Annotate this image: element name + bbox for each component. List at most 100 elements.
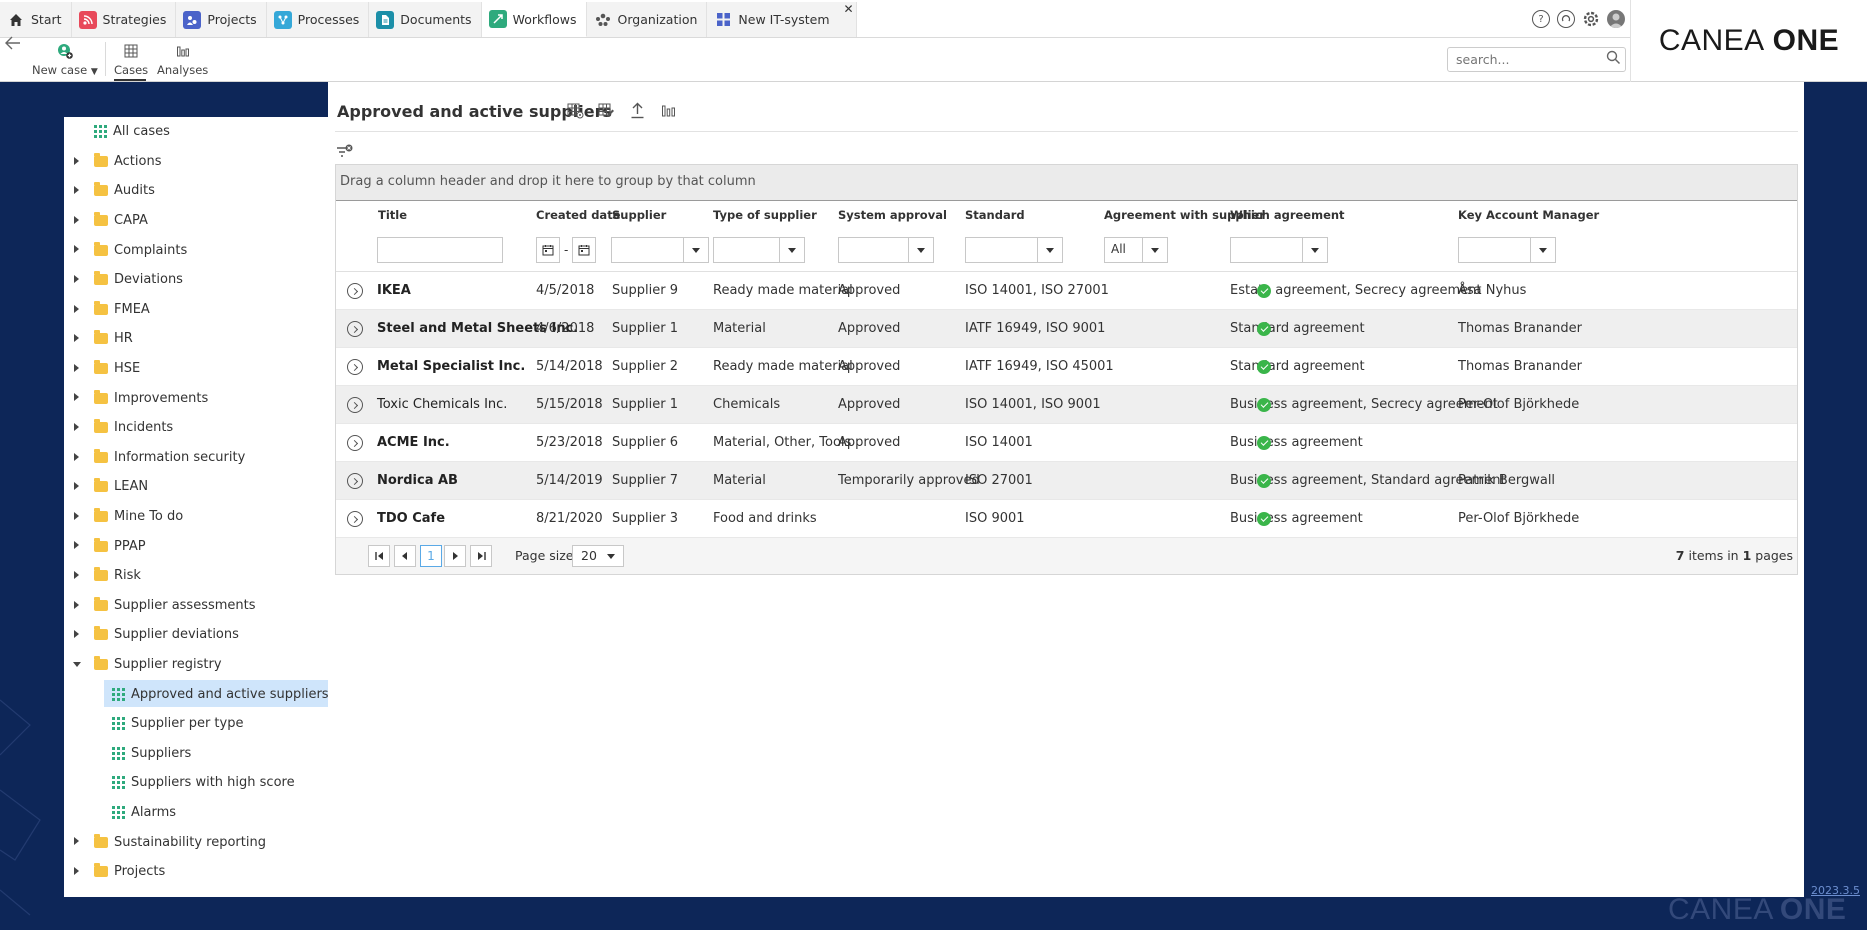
support-icon[interactable] xyxy=(1557,10,1575,28)
user-avatar-icon[interactable] xyxy=(1607,10,1625,28)
caret-right-icon[interactable] xyxy=(74,245,79,254)
cell-title[interactable]: IKEA xyxy=(377,283,411,298)
close-tab-icon[interactable]: ✕ xyxy=(843,2,853,16)
expand-row-icon[interactable] xyxy=(347,283,363,299)
tree-folder-risk[interactable]: Risk xyxy=(64,561,328,591)
tree-item-suppliers-with-high-score[interactable]: Suppliers with high score xyxy=(64,768,328,798)
approval-filter-dropdown[interactable] xyxy=(908,237,934,263)
table-row[interactable]: TDO Cafe 8/21/2020 Supplier 3 Food and drin… xyxy=(336,500,1797,538)
tab-projects[interactable]: Projects xyxy=(176,2,267,37)
tree-item-all-cases[interactable]: All cases xyxy=(64,117,328,147)
kam-filter-dropdown[interactable] xyxy=(1530,237,1556,263)
kam-filter-input[interactable] xyxy=(1458,237,1532,263)
page-1-button[interactable]: 1 xyxy=(420,545,442,567)
caret-right-icon[interactable] xyxy=(74,215,79,224)
tab-workflows[interactable]: Workflows xyxy=(481,2,587,37)
tree-item-suppliers[interactable]: Suppliers xyxy=(64,738,328,768)
caret-right-icon[interactable] xyxy=(74,482,79,491)
from-date-calendar-icon[interactable] xyxy=(536,237,560,263)
type-filter-input[interactable] xyxy=(713,237,781,263)
table-row[interactable]: Nordica AB 5/14/2019 Supplier 7 Material Tem… xyxy=(336,462,1797,500)
agreement-filter-dropdown[interactable] xyxy=(1142,237,1168,263)
table-row[interactable]: Metal Specialist Inc. 5/14/2018 Supplier 2… xyxy=(336,348,1797,386)
expand-row-icon[interactable] xyxy=(347,473,363,489)
settings-icon[interactable] xyxy=(1582,10,1600,28)
tab-documents[interactable]: Documents xyxy=(369,2,482,37)
search-input[interactable] xyxy=(1447,47,1626,72)
caret-right-icon[interactable] xyxy=(74,363,79,372)
caret-right-icon[interactable] xyxy=(74,186,79,195)
column-header-type-of-supplier[interactable]: Type of supplier xyxy=(713,208,817,222)
cell-title[interactable]: Nordica AB xyxy=(377,473,458,488)
tab-new-it-system[interactable]: New IT-system ✕ xyxy=(707,2,857,37)
cases-button[interactable]: Cases xyxy=(114,42,148,77)
caret-right-icon[interactable] xyxy=(74,452,79,461)
caret-right-icon[interactable] xyxy=(74,600,79,609)
help-icon[interactable]: ? xyxy=(1532,10,1550,28)
caret-right-icon[interactable] xyxy=(74,156,79,165)
column-header-supplier[interactable]: Supplier xyxy=(612,208,666,222)
export-icon[interactable] xyxy=(629,102,646,119)
new-case-button[interactable]: New case ▼ xyxy=(32,42,98,77)
cell-title[interactable]: Toxic Chemicals Inc. xyxy=(377,397,507,412)
tree-folder-information-security[interactable]: Information security xyxy=(64,443,328,473)
table-settings-icon[interactable] xyxy=(567,102,584,119)
caret-right-icon[interactable] xyxy=(74,422,79,431)
caret-down-icon[interactable] xyxy=(73,661,81,667)
column-header-key-account-manager[interactable]: Key Account Manager xyxy=(1458,208,1599,222)
tree-folder-ppap[interactable]: PPAP xyxy=(64,531,328,561)
analyses-button[interactable]: Analyses xyxy=(157,42,208,77)
tree-folder-hse[interactable]: HSE xyxy=(64,354,328,384)
next-page-button[interactable] xyxy=(444,545,466,567)
approval-filter-input[interactable] xyxy=(838,237,910,263)
caret-right-icon[interactable] xyxy=(74,304,79,313)
expand-row-icon[interactable] xyxy=(347,511,363,527)
previous-page-button[interactable] xyxy=(394,545,416,567)
caret-right-icon[interactable] xyxy=(74,511,79,520)
table-row[interactable]: Toxic Chemicals Inc. 5/15/2018 Supplier 1 C… xyxy=(336,386,1797,424)
which-agreement-filter-dropdown[interactable] xyxy=(1302,237,1328,263)
tree-folder-projects[interactable]: Projects xyxy=(64,857,328,887)
tree-folder-supplier-assessments[interactable]: Supplier assessments xyxy=(64,591,328,621)
caret-right-icon[interactable] xyxy=(74,274,79,283)
tree-folder-improvements[interactable]: Improvements xyxy=(64,383,328,413)
tree-item-supplier-per-type[interactable]: Supplier per type xyxy=(64,709,328,739)
caret-right-icon[interactable] xyxy=(74,334,79,343)
standard-filter-input[interactable] xyxy=(965,237,1039,263)
table-row[interactable]: Steel and Metal Sheets Inc. 4/6/2018 Suppl… xyxy=(336,310,1797,348)
column-header-which-agreement[interactable]: Which agreement xyxy=(1230,208,1345,222)
column-header-title[interactable]: Title xyxy=(378,208,407,222)
table-row[interactable]: ACME Inc. 5/23/2018 Supplier 6 Material, Ot… xyxy=(336,424,1797,462)
tree-folder-fmea[interactable]: FMEA xyxy=(64,295,328,325)
tree-folder-complaints[interactable]: Complaints xyxy=(64,235,328,265)
tree-item-approved-and-active-suppliers[interactable]: Approved and active suppliers xyxy=(64,679,329,709)
tab-processes[interactable]: Processes xyxy=(266,2,370,37)
expand-row-icon[interactable] xyxy=(347,435,363,451)
tree-folder-incidents[interactable]: Incidents xyxy=(64,413,328,443)
to-date-calendar-icon[interactable] xyxy=(572,237,596,263)
tree-folder-deviations[interactable]: Deviations xyxy=(64,265,328,295)
tree-folder-hr[interactable]: HR xyxy=(64,324,328,354)
cell-title[interactable]: TDO Cafe xyxy=(377,511,445,526)
group-drop-zone[interactable]: Drag a column header and drop it here to… xyxy=(336,165,1797,201)
type-filter-dropdown[interactable] xyxy=(779,237,805,263)
tree-folder-actions[interactable]: Actions xyxy=(64,147,328,177)
column-header-standard[interactable]: Standard xyxy=(965,208,1025,222)
caret-right-icon[interactable] xyxy=(74,866,79,875)
chart-icon[interactable] xyxy=(660,102,677,119)
search-icon[interactable] xyxy=(1606,50,1621,65)
tree-folder-capa[interactable]: CAPA xyxy=(64,206,328,236)
tab-strategies[interactable]: Strategies xyxy=(71,2,177,37)
tree-item-alarms[interactable]: Alarms xyxy=(64,798,328,828)
standard-filter-dropdown[interactable] xyxy=(1037,237,1063,263)
first-page-button[interactable] xyxy=(368,545,390,567)
back-arrow-icon[interactable] xyxy=(5,31,21,55)
caret-right-icon[interactable] xyxy=(74,541,79,550)
table-row[interactable]: IKEA 4/5/2018 Supplier 9 Ready made materia… xyxy=(336,272,1797,310)
which-agreement-filter-input[interactable] xyxy=(1230,237,1304,263)
agreement-filter-select[interactable]: All xyxy=(1104,237,1144,263)
tree-folder-lean[interactable]: LEAN xyxy=(64,472,328,502)
expand-row-icon[interactable] xyxy=(347,321,363,337)
table-edit-icon[interactable] xyxy=(598,102,615,119)
tree-folder-sustainability-reporting[interactable]: Sustainability reporting xyxy=(64,827,328,857)
